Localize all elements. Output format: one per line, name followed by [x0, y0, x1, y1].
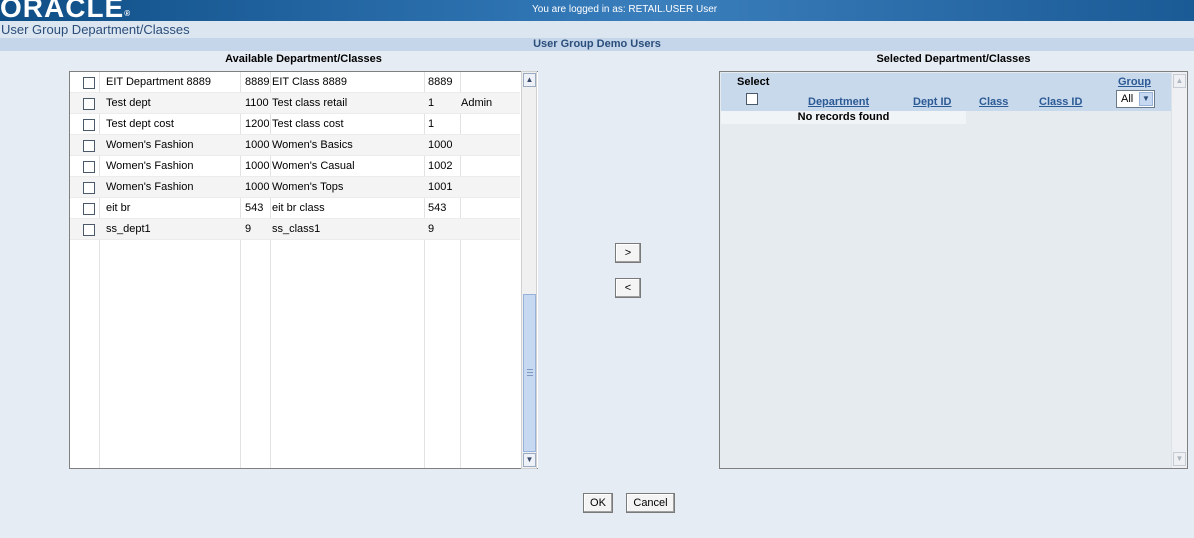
empty-message: No records found — [721, 111, 966, 124]
cell-department: Test dept — [106, 97, 151, 109]
cell-class: ss_class1 — [272, 223, 321, 235]
user-group-label: User Group Demo Users — [0, 38, 1194, 51]
cell-class-id: 9 — [428, 223, 435, 235]
cell-class: Test class cost — [272, 118, 344, 130]
select-column-label: Select — [737, 76, 770, 88]
scroll-up-icon[interactable]: ▲ — [1173, 74, 1186, 88]
row-checkbox[interactable] — [83, 203, 95, 215]
cell-class: Test class retail — [272, 97, 348, 109]
group-filter-select[interactable]: All ▼ — [1116, 90, 1155, 108]
grip-line — [527, 372, 533, 373]
scroll-thumb[interactable] — [523, 294, 536, 452]
row-checkbox[interactable] — [83, 119, 95, 131]
cancel-button[interactable]: Cancel — [626, 493, 675, 513]
sort-class-link[interactable]: Class — [979, 96, 1008, 108]
list-item[interactable]: eit br 543 eit br class 543 — [70, 198, 520, 219]
oracle-logo: ORACLE® — [0, 0, 132, 21]
available-list[interactable]: EIT Department 8889 8889 EIT Class 8889 888… — [69, 71, 538, 469]
cell-department: Women's Fashion — [106, 181, 194, 193]
cell-class: Women's Basics — [272, 139, 353, 151]
cell-class: Women's Casual — [272, 160, 355, 172]
available-panel-title: Available Department/Classes — [225, 53, 382, 65]
remove-selected-button[interactable]: < — [615, 278, 641, 298]
cell-dept-id: 1000 — [245, 139, 270, 151]
selected-table: Select Department Dept ID Class Class ID… — [719, 71, 1188, 469]
sort-group-link[interactable]: Group — [1118, 76, 1151, 88]
cell-department: eit br — [106, 202, 131, 214]
row-checkbox[interactable] — [83, 98, 95, 110]
cell-class: EIT Class 8889 — [272, 76, 348, 88]
selected-panel-title: Selected Department/Classes — [876, 53, 1031, 65]
selected-table-scrollbar[interactable]: ▲ ▼ — [1171, 72, 1187, 468]
cell-class-id: 1000 — [428, 139, 453, 151]
chevron-down-icon[interactable]: ▼ — [1139, 92, 1153, 106]
cell-class: Women's Tops — [272, 181, 344, 193]
cell-dept-id: 9 — [245, 223, 252, 235]
cell-class: eit br class — [272, 202, 325, 214]
cell-class-id: 8889 — [428, 76, 453, 88]
cell-department: Women's Fashion — [106, 139, 194, 151]
list-item[interactable]: Women's Fashion 1000 Women's Casual 1002 — [70, 156, 520, 177]
selected-table-header: Select Department Dept ID Class Class ID… — [721, 73, 1171, 111]
page-title: User Group Department/Classes — [0, 21, 1194, 38]
list-item[interactable]: Women's Fashion 1000 Women's Tops 1001 — [70, 177, 520, 198]
grip-line — [527, 375, 533, 376]
row-checkbox[interactable] — [83, 77, 95, 89]
cell-group: Admin — [461, 97, 493, 109]
sort-dept-id-link[interactable]: Dept ID — [913, 96, 952, 108]
sort-department-link[interactable]: Department — [808, 96, 869, 108]
scroll-down-icon[interactable]: ▼ — [1173, 452, 1186, 466]
ok-button[interactable]: OK — [583, 493, 613, 513]
row-checkbox[interactable] — [83, 224, 95, 236]
list-item[interactable]: Test dept 1100 Test class retail 1 Admin — [70, 93, 520, 114]
cell-dept-id: 1200 — [245, 118, 270, 130]
scroll-down-icon[interactable]: ▼ — [523, 453, 536, 467]
cell-dept-id: 543 — [245, 202, 264, 214]
list-item[interactable]: ss_dept1 9 ss_class1 9 — [70, 219, 520, 240]
group-filter-value: All — [1121, 93, 1134, 105]
sort-class-id-link[interactable]: Class ID — [1039, 96, 1082, 108]
row-checkbox[interactable] — [83, 161, 95, 173]
cell-dept-id: 1100 — [245, 97, 269, 109]
login-status: You are logged in as: RETAIL.USER User — [532, 4, 718, 15]
cell-class-id: 1002 — [428, 160, 453, 172]
list-item[interactable]: Test dept cost 1200 Test class cost 1 — [70, 114, 520, 135]
available-list-body: EIT Department 8889 8889 EIT Class 8889 888… — [70, 72, 520, 468]
row-checkbox[interactable] — [83, 182, 95, 194]
available-list-scrollbar[interactable]: ▲ ▼ — [521, 71, 537, 469]
cell-class-id: 1 — [428, 118, 435, 130]
scroll-up-icon[interactable]: ▲ — [523, 73, 536, 87]
cell-department: EIT Department 8889 — [106, 76, 211, 88]
cell-class-id: 1001 — [428, 181, 453, 193]
cell-department: Test dept cost — [106, 118, 174, 130]
add-selected-button[interactable]: > — [615, 243, 641, 263]
list-item[interactable]: Women's Fashion 1000 Women's Basics 1000 — [70, 135, 520, 156]
cell-class-id: 1 — [428, 97, 435, 109]
cell-department: Women's Fashion — [106, 160, 194, 172]
top-banner: ORACLE® You are logged in as: RETAIL.USE… — [0, 0, 1194, 21]
grip-line — [527, 369, 533, 370]
cell-department: ss_dept1 — [106, 223, 151, 235]
cell-dept-id: 8889 — [245, 76, 270, 88]
select-all-checkbox[interactable] — [746, 93, 758, 105]
cell-dept-id: 1000 — [245, 160, 270, 172]
row-checkbox[interactable] — [83, 140, 95, 152]
list-item[interactable]: EIT Department 8889 8889 EIT Class 8889 888… — [70, 72, 520, 93]
cell-class-id: 543 — [428, 202, 447, 214]
cell-dept-id: 1000 — [245, 181, 270, 193]
